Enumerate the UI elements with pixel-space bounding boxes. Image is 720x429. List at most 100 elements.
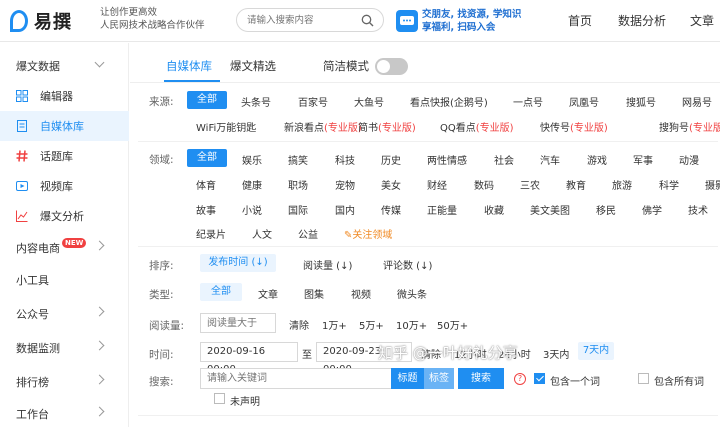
- field-option[interactable]: 两性情感: [427, 152, 467, 167]
- simple-mode-toggle[interactable]: [375, 58, 408, 75]
- source-option[interactable]: 新浪看点(专业版): [284, 119, 362, 134]
- source-option[interactable]: 快传号(专业版): [540, 119, 608, 134]
- sidebar-item-content-ecommerce[interactable]: 内容电商 NEW: [0, 233, 129, 263]
- time-option-7days[interactable]: 7天内: [578, 342, 614, 360]
- search-icon[interactable]: [361, 14, 374, 27]
- start-date-input[interactable]: 2020-09-16 00:00: [200, 342, 298, 375]
- field-option[interactable]: 美女: [381, 177, 401, 192]
- source-option[interactable]: 搜狗号(专业版): [659, 119, 720, 134]
- type-option[interactable]: 文章: [258, 286, 278, 301]
- source-option[interactable]: 头条号: [241, 94, 271, 109]
- reads-option[interactable]: 50万+: [437, 317, 468, 332]
- sidebar-item-tools[interactable]: 小工具: [0, 265, 129, 295]
- sidebar-item-editor[interactable]: 编辑器: [0, 81, 129, 111]
- brand-logo[interactable]: 易撰: [10, 7, 88, 35]
- source-option[interactable]: WiFi万能钥匙: [196, 119, 256, 134]
- field-option[interactable]: 三农: [520, 177, 540, 192]
- reads-option[interactable]: 5万+: [359, 317, 384, 332]
- time-option[interactable]: 3天内: [543, 346, 569, 361]
- field-option[interactable]: 汽车: [540, 152, 560, 167]
- source-option[interactable]: 看点快报(企鹅号): [410, 94, 488, 109]
- field-option[interactable]: 动漫: [679, 152, 699, 167]
- follow-field-link[interactable]: ✎关注领域: [344, 226, 392, 241]
- field-option[interactable]: 纪录片: [196, 226, 226, 241]
- field-option[interactable]: 游戏: [587, 152, 607, 167]
- field-option[interactable]: 人文: [252, 226, 272, 241]
- reads-option[interactable]: 1万+: [322, 317, 347, 332]
- field-option[interactable]: 佛学: [642, 202, 662, 217]
- source-option[interactable]: 大鱼号: [354, 94, 384, 109]
- field-option[interactable]: 美文美图: [530, 202, 570, 217]
- search-box[interactable]: [236, 8, 384, 32]
- field-option[interactable]: 公益: [298, 226, 318, 241]
- community-banner[interactable]: 交朋友, 找资源, 学知识 享福利, 扫码入会: [394, 6, 546, 36]
- field-option[interactable]: 科技: [335, 152, 355, 167]
- field-all[interactable]: 全部: [187, 149, 227, 167]
- field-option[interactable]: 旅游: [612, 177, 632, 192]
- search-input[interactable]: [247, 13, 357, 28]
- tab-featured[interactable]: 爆文精选: [230, 58, 276, 74]
- sidebar-item-monitor[interactable]: 数据监测: [0, 333, 129, 363]
- source-option[interactable]: 凤凰号: [569, 94, 599, 109]
- field-option[interactable]: 职场: [288, 177, 308, 192]
- source-option[interactable]: 百家号: [298, 94, 328, 109]
- sidebar-item-topics[interactable]: 话题库: [0, 141, 129, 171]
- field-option[interactable]: 收藏: [484, 202, 504, 217]
- tab-media-library[interactable]: 自媒体库: [166, 58, 212, 74]
- field-option[interactable]: 历史: [381, 152, 401, 167]
- sort-by-time[interactable]: 发布时间 (↓): [200, 254, 276, 272]
- field-option[interactable]: 健康: [242, 177, 262, 192]
- field-option[interactable]: 娱乐: [242, 152, 262, 167]
- sidebar-item-analysis[interactable]: 爆文分析: [0, 201, 129, 231]
- field-option[interactable]: 财经: [427, 177, 447, 192]
- sidebar-group-burst-data[interactable]: 爆文数据: [0, 51, 129, 81]
- source-option[interactable]: 网易号: [682, 94, 712, 109]
- nav-data-analysis[interactable]: 数据分析: [618, 12, 666, 29]
- sidebar-item-media-library[interactable]: 自媒体库: [0, 111, 129, 141]
- field-option[interactable]: 传媒: [381, 202, 401, 217]
- search-button[interactable]: 搜索: [458, 368, 504, 389]
- field-option[interactable]: 摄影: [705, 177, 720, 192]
- keyword-input[interactable]: [200, 368, 392, 389]
- nav-home[interactable]: 首页: [568, 12, 592, 29]
- sidebar-item-official-accounts[interactable]: 公众号: [0, 299, 129, 329]
- include-all-checkbox[interactable]: [638, 373, 649, 384]
- source-all[interactable]: 全部: [187, 91, 227, 109]
- source-option[interactable]: 简书(专业版): [358, 119, 416, 134]
- source-option[interactable]: 一点号: [513, 94, 543, 109]
- field-option[interactable]: 数码: [474, 177, 494, 192]
- type-option[interactable]: 微头条: [397, 286, 427, 301]
- undeclared-checkbox[interactable]: [214, 393, 225, 404]
- field-option[interactable]: 宠物: [335, 177, 355, 192]
- sidebar-item-videos[interactable]: 视频库: [0, 171, 129, 201]
- field-option[interactable]: 国际: [288, 202, 308, 217]
- nav-article[interactable]: 文章: [690, 12, 714, 29]
- help-icon[interactable]: ?: [514, 373, 526, 385]
- reads-min-input[interactable]: [200, 313, 276, 333]
- type-option[interactable]: 图集: [304, 286, 324, 301]
- source-option[interactable]: 搜狐号: [626, 94, 656, 109]
- type-all[interactable]: 全部: [200, 283, 242, 301]
- field-option[interactable]: 科学: [659, 177, 679, 192]
- field-option[interactable]: 正能量: [427, 202, 457, 217]
- sidebar-item-workbench[interactable]: 工作台: [0, 399, 129, 429]
- field-option[interactable]: 故事: [196, 202, 216, 217]
- field-option[interactable]: 国内: [335, 202, 355, 217]
- reads-option[interactable]: 10万+: [396, 317, 427, 332]
- field-option[interactable]: 体育: [196, 177, 216, 192]
- field-option[interactable]: 搞笑: [288, 152, 308, 167]
- reads-clear-button[interactable]: 清除: [289, 317, 309, 332]
- field-option[interactable]: 小说: [242, 202, 262, 217]
- field-option[interactable]: 教育: [566, 177, 586, 192]
- field-option[interactable]: 技术: [688, 202, 708, 217]
- sort-by-comments[interactable]: 评论数 (↓): [383, 257, 432, 272]
- field-option[interactable]: 移民: [596, 202, 616, 217]
- include-one-checkbox[interactable]: [534, 373, 545, 384]
- type-option[interactable]: 视频: [351, 286, 371, 301]
- tag-scope-button[interactable]: 标签: [424, 368, 454, 389]
- source-option[interactable]: QQ看点(专业版): [440, 119, 514, 134]
- sidebar-item-ranking[interactable]: 排行榜: [0, 367, 129, 397]
- field-option[interactable]: 军事: [633, 152, 653, 167]
- sort-by-reads[interactable]: 阅读量 (↓): [303, 257, 352, 272]
- field-option[interactable]: 社会: [494, 152, 514, 167]
